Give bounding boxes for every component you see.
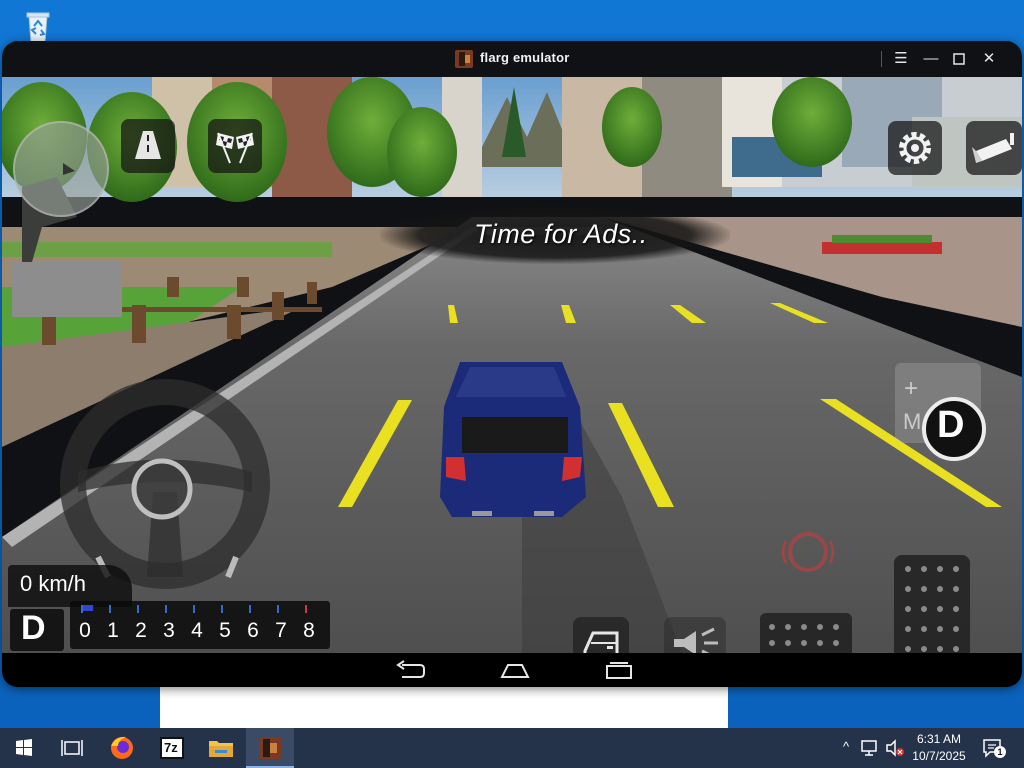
firefox-button[interactable] xyxy=(98,728,146,768)
tacho-label-5: 5 xyxy=(219,619,231,642)
door-button[interactable] xyxy=(573,617,629,653)
title-bar[interactable]: flarg emulator ☰ — ✕ xyxy=(2,41,1022,77)
recents-button[interactable] xyxy=(602,659,636,683)
minimap[interactable] xyxy=(13,121,109,217)
brake-pedal-pattern xyxy=(769,624,839,646)
tacho-label-4: 4 xyxy=(191,619,203,642)
camera-view-button[interactable] xyxy=(966,121,1022,175)
ads-banner-text: Time for Ads.. xyxy=(474,219,648,249)
firefox-icon xyxy=(111,736,133,759)
7zip-button[interactable]: 7z xyxy=(148,728,196,768)
file-explorer-button[interactable] xyxy=(197,728,245,768)
close-icon[interactable]: ✕ xyxy=(976,47,1002,71)
network-button[interactable] xyxy=(860,738,882,758)
tacho-label-1: 1 xyxy=(107,619,119,642)
tray-chevron[interactable]: ^ xyxy=(838,739,854,757)
7zip-label: 7z xyxy=(164,740,178,755)
7zip-icon: 7z xyxy=(160,737,184,759)
window-title: flarg emulator xyxy=(480,50,570,65)
gas-pedal-pattern xyxy=(905,566,959,652)
game-viewport[interactable]: Time for Ads.. + M D 0 km/h D 0 1 2 3 4 … xyxy=(2,77,1022,653)
minimap-arrow-icon xyxy=(63,163,75,175)
volume-button[interactable] xyxy=(884,738,906,758)
road-camera-button[interactable] xyxy=(121,119,175,173)
home-icon xyxy=(500,664,530,678)
back-icon xyxy=(396,660,425,678)
system-clock[interactable]: 6:31 AM 10/7/2025 xyxy=(908,731,970,765)
back-button[interactable] xyxy=(394,659,428,683)
handbrake-button[interactable] xyxy=(778,527,838,577)
handbrake-icon xyxy=(781,532,835,572)
notifications-button[interactable]: 1 xyxy=(980,736,1006,760)
settings-button[interactable] xyxy=(888,121,942,175)
clock-date: 10/7/2025 xyxy=(912,749,966,763)
app-icon xyxy=(454,49,474,69)
tacho-label-0: 0 xyxy=(79,619,91,642)
settings-gear-icon xyxy=(899,132,931,164)
network-icon xyxy=(861,740,877,756)
taskbar: 7z ^ 6:31 AM 10/7/2025 1 xyxy=(0,728,1024,768)
home-button[interactable] xyxy=(498,659,532,683)
flarg-emulator-taskbar-button[interactable] xyxy=(246,728,294,768)
start-icon xyxy=(16,739,32,756)
steering-wheel-icon xyxy=(60,379,270,589)
race-mode-button[interactable] xyxy=(208,119,262,173)
tacho-label-8: 8 xyxy=(303,619,315,642)
door-icon xyxy=(583,631,619,653)
horn-button[interactable] xyxy=(664,617,726,653)
file-explorer-icon xyxy=(209,741,233,757)
flarg-emulator-icon xyxy=(259,737,281,759)
menu-icon[interactable]: ☰ xyxy=(888,47,914,71)
checkered-flags-icon xyxy=(216,132,254,164)
tacho-label-6: 6 xyxy=(247,619,259,642)
background-window-fragment xyxy=(160,686,728,728)
gear-plus-label[interactable]: + xyxy=(904,375,918,403)
emulator-window: flarg emulator ☰ — ✕ Time for Ads.. + M … xyxy=(2,41,1022,687)
horn-icon xyxy=(674,627,718,653)
gas-pedal[interactable] xyxy=(894,555,970,653)
android-nav-bar xyxy=(2,653,1022,687)
task-view-icon xyxy=(61,740,83,756)
clock-time: 6:31 AM xyxy=(916,732,962,746)
tacho-label-2: 2 xyxy=(135,619,147,642)
gear-drive-label: D xyxy=(937,404,965,446)
steering-wheel[interactable] xyxy=(58,377,272,591)
tray-chevron-label: ^ xyxy=(842,739,850,754)
tacho-label-7: 7 xyxy=(275,619,287,642)
notifications-count: 1 xyxy=(994,746,1006,758)
volume-muted-icon xyxy=(886,739,904,757)
camera-view-icon xyxy=(972,133,1014,163)
current-gear: D xyxy=(21,609,46,647)
tacho-label-3: 3 xyxy=(163,619,175,642)
speed-readout: 0 km/h xyxy=(20,571,87,596)
brake-pedal[interactable] xyxy=(760,613,852,653)
title-separator xyxy=(881,51,882,67)
maximize-icon[interactable] xyxy=(946,47,972,71)
road-camera-icon xyxy=(135,131,161,159)
recents-icon xyxy=(606,662,632,679)
minimize-icon[interactable]: — xyxy=(918,47,944,71)
task-view-button[interactable] xyxy=(48,728,96,768)
gear-manual-label[interactable]: M xyxy=(903,409,921,435)
recycle-bin-icon[interactable] xyxy=(18,6,58,46)
start-button[interactable] xyxy=(0,728,48,768)
